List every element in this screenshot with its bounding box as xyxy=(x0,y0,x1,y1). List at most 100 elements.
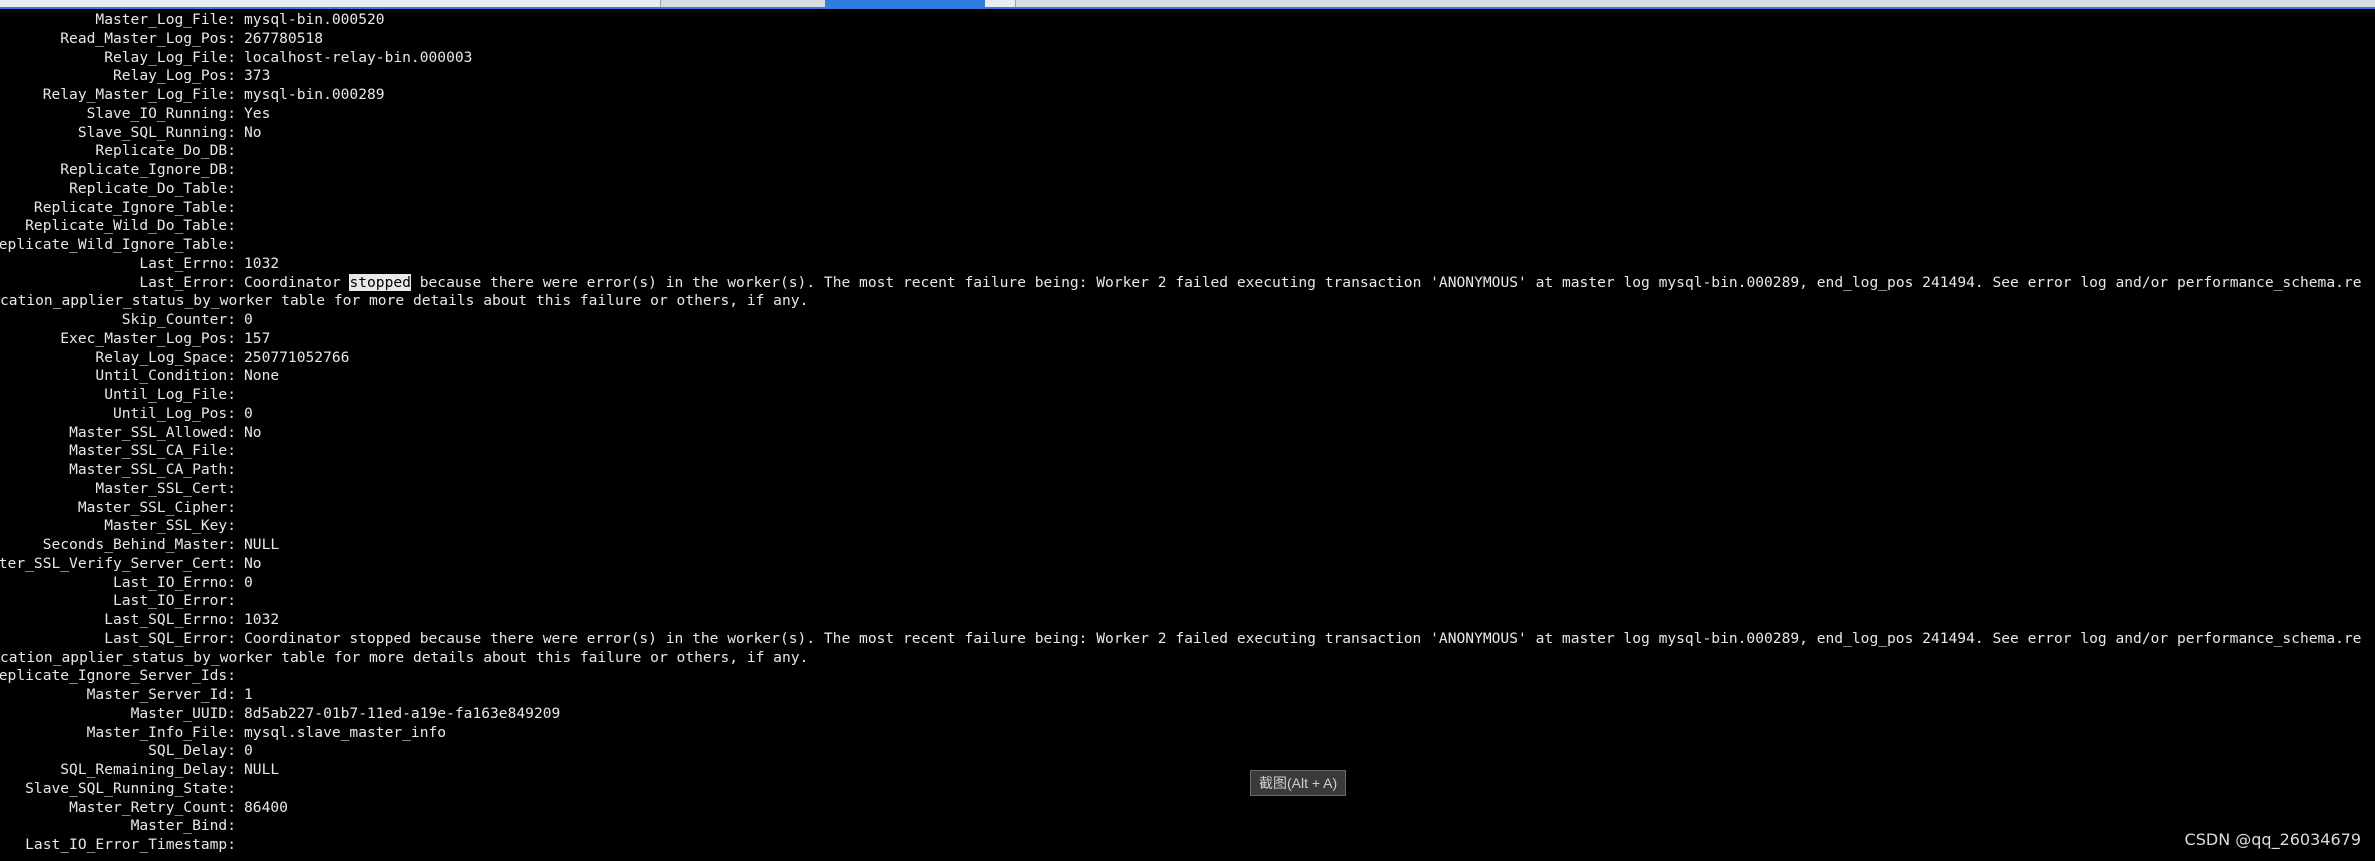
status-key: Slave_IO_Running: xyxy=(86,104,236,122)
status-key: Master_Bind: xyxy=(130,817,236,835)
status-value: Coordinator stopped because there were e… xyxy=(244,273,2362,293)
status-row: Relay_Log_File: localhost-relay-bin.00000… xyxy=(0,49,2375,68)
tab-4-active[interactable] xyxy=(825,0,986,7)
error-text-after: because there were error(s) in the worke… xyxy=(410,273,2362,291)
status-row: Exec_Master_Log_Pos: 157 xyxy=(0,330,2375,349)
status-row: Last_SQL_Errno: 1032 xyxy=(0,611,2375,630)
status-key: Last_IO_Error_Timestamp: xyxy=(25,836,236,853)
status-value: 157 xyxy=(244,329,271,347)
status-row: Replicate_Wild_Do_Table: xyxy=(0,217,2375,236)
status-row: Master_SSL_CA_File: xyxy=(0,442,2375,461)
status-value: 267780518 xyxy=(244,29,324,47)
status-row: Master_SSL_Cipher: xyxy=(0,499,2375,518)
status-key: Master_Info_File: xyxy=(86,723,236,741)
status-value: 373 xyxy=(244,67,271,85)
status-row: Slave_SQL_Running: No xyxy=(0,124,2375,143)
status-row: Master_Server_Id: 1 xyxy=(0,686,2375,705)
status-row: Master_Info_File: mysql.slave_master_info xyxy=(0,724,2375,743)
status-row: Relay_Master_Log_File: mysql-bin.000289 xyxy=(0,86,2375,105)
status-value: No xyxy=(244,123,262,141)
wrapped-continuation: cation_applier_status_by_worker table fo… xyxy=(0,648,809,666)
status-value: 8d5ab227-01b7-11ed-a19e-fa163e849209 xyxy=(244,704,561,722)
status-row: Master_UUID: 8d5ab227-01b7-11ed-a19e-fa16… xyxy=(0,705,2375,724)
status-row: Last_IO_Errno: 0 xyxy=(0,574,2375,593)
status-row: Master_Bind: xyxy=(0,817,2375,836)
status-value: 0 xyxy=(244,404,253,422)
status-key: Last_Error: xyxy=(139,273,236,291)
status-key: Slave_SQL_Running: xyxy=(77,123,236,141)
status-row: Replicate_Do_DB: xyxy=(0,142,2375,161)
status-value: No xyxy=(244,554,262,572)
status-row: Until_Log_Pos: 0 xyxy=(0,405,2375,424)
status-row: Master_SSL_CA_Path: xyxy=(0,461,2375,480)
error-text-before: Coordinator xyxy=(244,273,350,291)
status-row: Relay_Log_Pos: 373 xyxy=(0,67,2375,86)
status-row: Master_Retry_Count: 86400 xyxy=(0,799,2375,818)
status-key: Master_Log_File: xyxy=(95,11,236,28)
status-row: Slave_SQL_Running_State: xyxy=(0,780,2375,799)
status-key: Replicate_Ignore_Table: xyxy=(33,198,236,216)
status-key: Read_Master_Log_Pos: xyxy=(60,29,236,47)
status-row: SQL_Remaining_Delay: NULL xyxy=(0,761,2375,780)
status-key: Last_SQL_Errno: xyxy=(104,611,236,628)
status-row: Seconds_Behind_Master: NULL xyxy=(0,536,2375,555)
status-value: No xyxy=(244,423,262,441)
status-value: localhost-relay-bin.000003 xyxy=(244,48,473,66)
status-key: Seconds_Behind_Master: xyxy=(42,536,236,553)
status-row: Read_Master_Log_Pos: 267780518 xyxy=(0,30,2375,49)
status-value: mysql-bin.000289 xyxy=(244,86,385,103)
status-value: 1 xyxy=(244,686,253,703)
status-key: Replicate_Do_DB: xyxy=(95,142,236,160)
status-key: Replicate_Do_Table: xyxy=(69,179,236,197)
status-value: 0 xyxy=(244,742,253,760)
tab-1[interactable] xyxy=(0,0,171,7)
status-value: mysql-bin.000520 xyxy=(244,11,385,28)
status-key: Until_Log_File: xyxy=(104,386,236,403)
status-row: Master_SSL_Key: xyxy=(0,517,2375,536)
tab-5[interactable] xyxy=(985,0,1016,7)
status-key: Relay_Log_File: xyxy=(104,48,236,66)
status-key: Last_Errno: xyxy=(139,254,236,272)
status-row: Last_IO_Error_Timestamp: xyxy=(0,836,2375,855)
status-row: ter_SSL_Verify_Server_Cert: No xyxy=(0,555,2375,574)
status-key: Master_SSL_CA_File: xyxy=(69,442,236,460)
status-row: Last_IO_Error: xyxy=(0,592,2375,611)
tab-3[interactable] xyxy=(430,0,661,7)
status-row: Replicate_Ignore_DB: xyxy=(0,161,2375,180)
status-key: Last_IO_Error: xyxy=(112,592,236,610)
status-key: SQL_Delay: xyxy=(148,742,236,760)
status-value: 0 xyxy=(244,573,253,591)
status-key: Relay_Log_Space: xyxy=(95,348,236,366)
screenshot-tooltip: 截图(Alt + A) xyxy=(1250,770,1347,796)
selected-text[interactable]: stopped xyxy=(349,273,411,291)
status-key: Relay_Log_Pos: xyxy=(112,67,236,85)
status-value: 86400 xyxy=(244,798,288,816)
status-value: 1032 xyxy=(244,611,280,628)
status-value: mysql.slave_master_info xyxy=(244,723,447,741)
status-row: Last_Errno: 1032 xyxy=(0,255,2375,274)
status-key: Replicate_Wild_Do_Table: xyxy=(25,217,236,235)
last-sql-error-row: Last_SQL_Error: Coordinator stopped becau… xyxy=(0,630,2375,649)
status-key: Until_Condition: xyxy=(95,367,236,385)
status-key: Exec_Master_Log_Pos: xyxy=(60,329,236,347)
status-key: Master_SSL_Cipher: xyxy=(77,498,236,516)
status-key: Last_SQL_Error: xyxy=(104,629,236,647)
status-value: 0 xyxy=(244,311,253,328)
terminal-output[interactable]: Master_Log_File: mysql-bin.000520 Read_Mas… xyxy=(0,11,2375,861)
status-row: Master_SSL_Cert: xyxy=(0,480,2375,499)
status-row: Until_Condition: None xyxy=(0,367,2375,386)
status-value: Yes xyxy=(244,104,271,122)
status-row: Relay_Log_Space: 250771052766 xyxy=(0,349,2375,368)
status-row: Replicate_Do_Table: xyxy=(0,180,2375,199)
wrapped-continuation: cation_applier_status_by_worker table fo… xyxy=(0,292,809,310)
status-key: Master_SSL_Allowed: xyxy=(69,423,236,441)
tab-2[interactable] xyxy=(170,0,431,7)
status-value: NULL xyxy=(244,536,280,553)
status-row: eplicate_Wild_Ignore_Table: xyxy=(0,236,2375,255)
window-tab-bar xyxy=(0,0,2375,9)
status-key: Master_Retry_Count: xyxy=(69,798,236,816)
status-key: eplicate_Wild_Ignore_Table: xyxy=(0,236,236,253)
status-value: None xyxy=(244,367,280,385)
status-key: Last_IO_Errno: xyxy=(112,573,236,591)
status-row: Slave_IO_Running: Yes xyxy=(0,105,2375,124)
